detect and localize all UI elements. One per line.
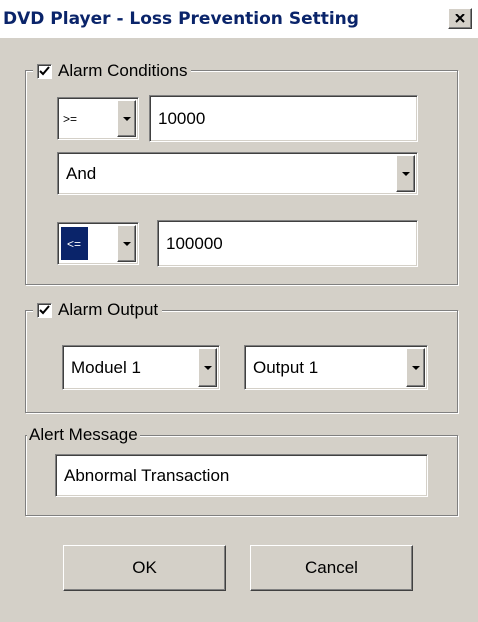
condition1-operator-dropdown-button[interactable]: [117, 100, 136, 137]
checkmark-icon: [39, 305, 50, 315]
condition1-operator-select[interactable]: >=: [57, 97, 139, 140]
ok-button-label: OK: [132, 558, 157, 577]
condition2-operator-value: <=: [67, 236, 82, 251]
condition2-operator-highlight: <=: [61, 227, 88, 260]
alert-message-label: Alert Message: [29, 425, 138, 444]
window-title: DVD Player - Loss Prevention Setting: [3, 9, 359, 29]
alert-message-text: Abnormal Transaction: [64, 465, 230, 485]
title-bar[interactable]: DVD Player - Loss Prevention Setting: [0, 0, 478, 38]
output-value: Output 1: [253, 357, 319, 377]
condition1-operator-value: >=: [63, 111, 78, 126]
alert-message-legend: Alert Message: [27, 425, 140, 445]
logic-operator-dropdown-button[interactable]: [396, 155, 415, 192]
condition2-value-text: 100000: [166, 233, 223, 253]
alarm-output-legend: Alarm Output: [33, 300, 163, 320]
condition1-value-text: 10000: [158, 108, 206, 128]
close-button[interactable]: [448, 8, 472, 29]
cancel-button[interactable]: Cancel: [250, 545, 413, 591]
alarm-output-checkbox[interactable]: [37, 302, 52, 318]
output-dropdown-button[interactable]: [406, 348, 425, 387]
ok-button[interactable]: OK: [63, 545, 226, 591]
alarm-conditions-label: Alarm Conditions: [58, 61, 188, 80]
condition2-operator-dropdown-button[interactable]: [117, 225, 136, 262]
chevron-down-icon: [411, 365, 420, 370]
condition1-value-input[interactable]: 10000: [149, 95, 418, 142]
cancel-button-label: Cancel: [305, 558, 358, 577]
output-select[interactable]: Output 1: [244, 345, 428, 390]
module-select[interactable]: Moduel 1: [62, 345, 220, 390]
logic-operator-value: And: [66, 163, 97, 183]
alarm-conditions-legend: Alarm Conditions: [33, 61, 192, 81]
chevron-down-icon: [122, 116, 131, 121]
alarm-conditions-checkbox[interactable]: [37, 63, 52, 79]
chevron-down-icon: [203, 365, 212, 370]
module-value: Moduel 1: [71, 357, 141, 377]
chevron-down-icon: [122, 241, 131, 246]
condition2-value-input[interactable]: 100000: [157, 220, 418, 267]
checkmark-icon: [39, 66, 50, 76]
condition2-operator-select[interactable]: <=: [57, 222, 139, 265]
chevron-down-icon: [401, 171, 410, 176]
alert-message-input[interactable]: Abnormal Transaction: [55, 454, 428, 497]
close-icon: [455, 14, 465, 23]
module-dropdown-button[interactable]: [198, 348, 217, 387]
dialog-window: DVD Player - Loss Prevention Setting Ala…: [0, 0, 478, 622]
alarm-output-label: Alarm Output: [58, 300, 159, 319]
logic-operator-select[interactable]: And: [57, 152, 418, 195]
